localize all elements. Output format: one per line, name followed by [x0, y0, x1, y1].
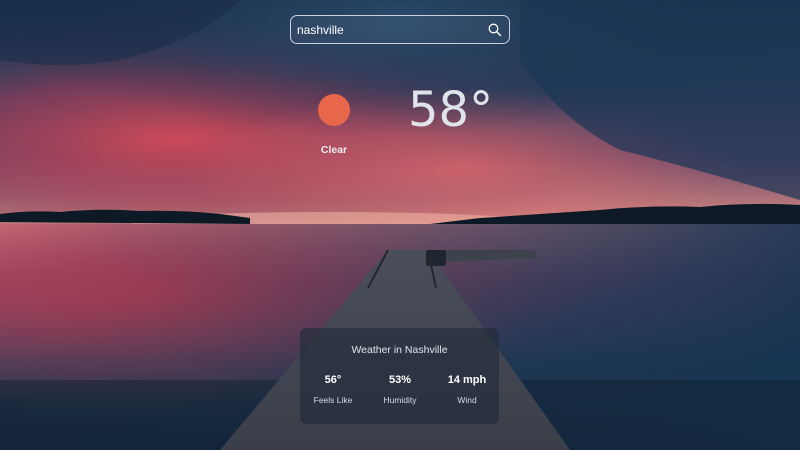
search-bar: [290, 15, 510, 44]
humidity-metric: 53% Humidity: [370, 374, 430, 405]
weather-app: Clear 58° Weather in Nashville 56° Feels…: [0, 0, 800, 450]
current-temperature: 58°: [408, 82, 494, 138]
sun-icon: [318, 94, 350, 126]
search-icon: [488, 23, 502, 37]
weather-condition: Clear: [320, 144, 348, 156]
search-input[interactable]: [297, 20, 477, 40]
wind-label: Wind: [457, 395, 477, 405]
wind-value: 14 mph: [447, 374, 487, 386]
weather-details-card: Weather in Nashville 56° Feels Like 53% …: [300, 328, 499, 424]
card-title: Weather in Nashville: [351, 344, 448, 356]
search-button[interactable]: [487, 22, 503, 38]
feels-like-value: 56°: [324, 374, 342, 386]
humidity-label: Humidity: [383, 395, 417, 405]
wind-metric: 14 mph Wind: [437, 374, 497, 405]
humidity-value: 53%: [388, 374, 412, 386]
feels-like-metric: 56° Feels Like: [303, 374, 363, 405]
feels-like-label: Feels Like: [313, 395, 353, 405]
